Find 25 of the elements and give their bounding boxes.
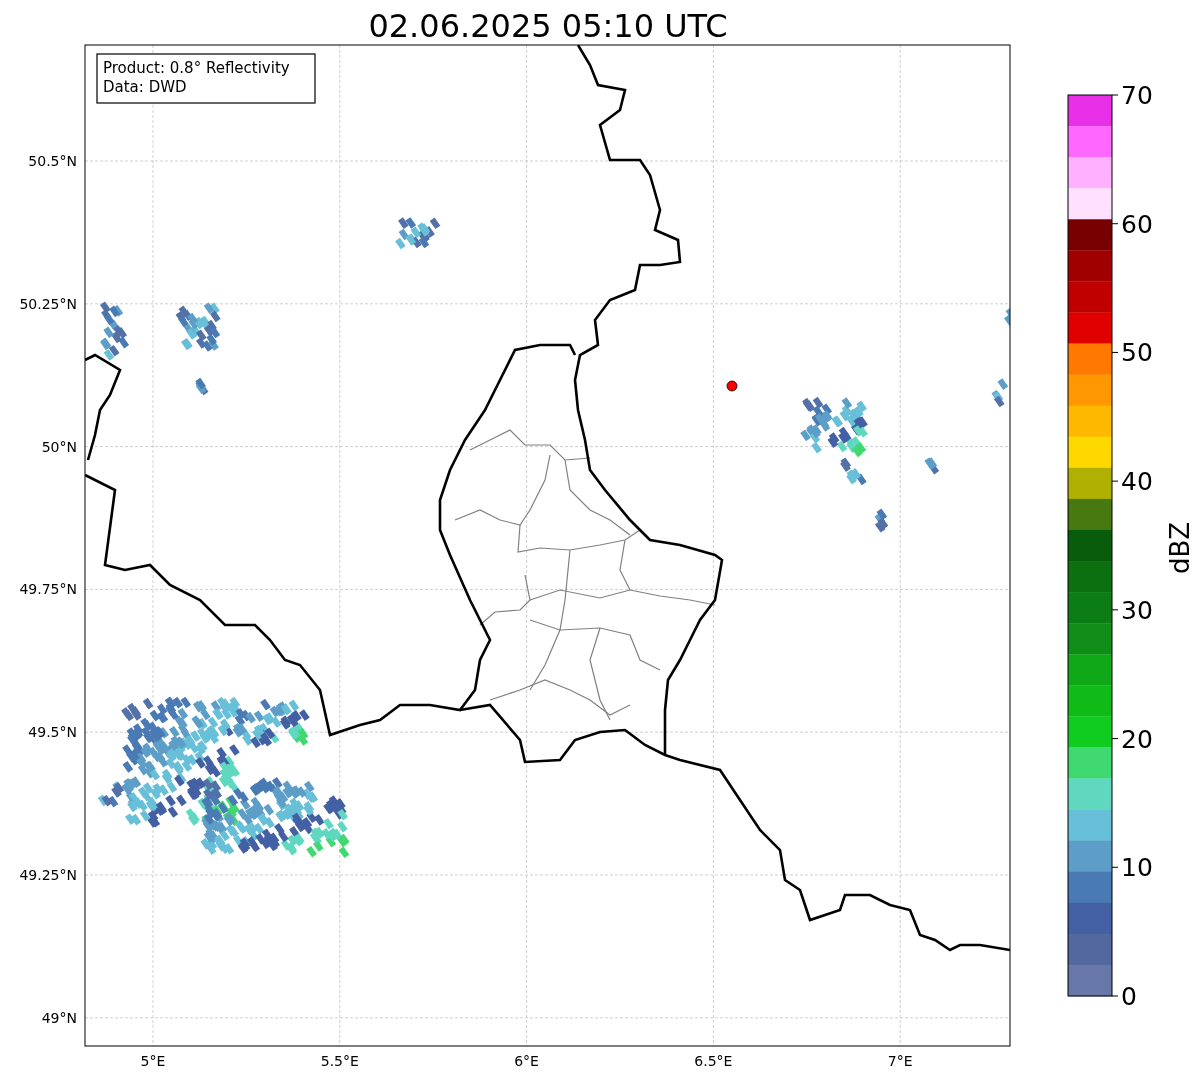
x-tick-label: 6°E (514, 1053, 539, 1069)
colorbar-tick-label: 10 (1121, 853, 1153, 883)
colorbar-label: dBZ (1165, 521, 1195, 575)
y-tick-label: 50.25°N (19, 295, 77, 312)
y-tick-label: 50°N (41, 438, 77, 455)
y-tick-label: 49°N (41, 1009, 77, 1026)
y-tick-label: 49.25°N (19, 867, 77, 883)
x-tick-label: 5.5°E (320, 1053, 359, 1069)
y-tick-label: 50.5°N (28, 153, 77, 169)
colorbar-tick-label: 40 (1121, 467, 1153, 497)
info-text: Product: 0.8° Reflectivity (103, 59, 290, 77)
colorbar-tick-label: 70 (1121, 81, 1153, 110)
colorbar-tick-label: 0 (1121, 982, 1137, 1011)
y-tick-label: 49.75°N (19, 581, 77, 598)
y-tick-label: 49.5°N (28, 724, 77, 741)
x-tick-label: 5°E (140, 1053, 166, 1069)
x-tick-label: 6.5°E (694, 1053, 733, 1069)
info-text: Data: DWD (103, 78, 187, 96)
x-tick-label: 7°E (887, 1053, 913, 1069)
colorbar-tick-label: 50 (1121, 338, 1153, 368)
colorbar-tick-label: 60 (1121, 209, 1153, 239)
chart-title: 02.06.2025 05:10 UTC (368, 7, 728, 45)
colorbar-tick-label: 30 (1121, 595, 1153, 625)
radar-site-marker (726, 380, 738, 392)
colorbar-tick-label: 20 (1121, 724, 1153, 754)
